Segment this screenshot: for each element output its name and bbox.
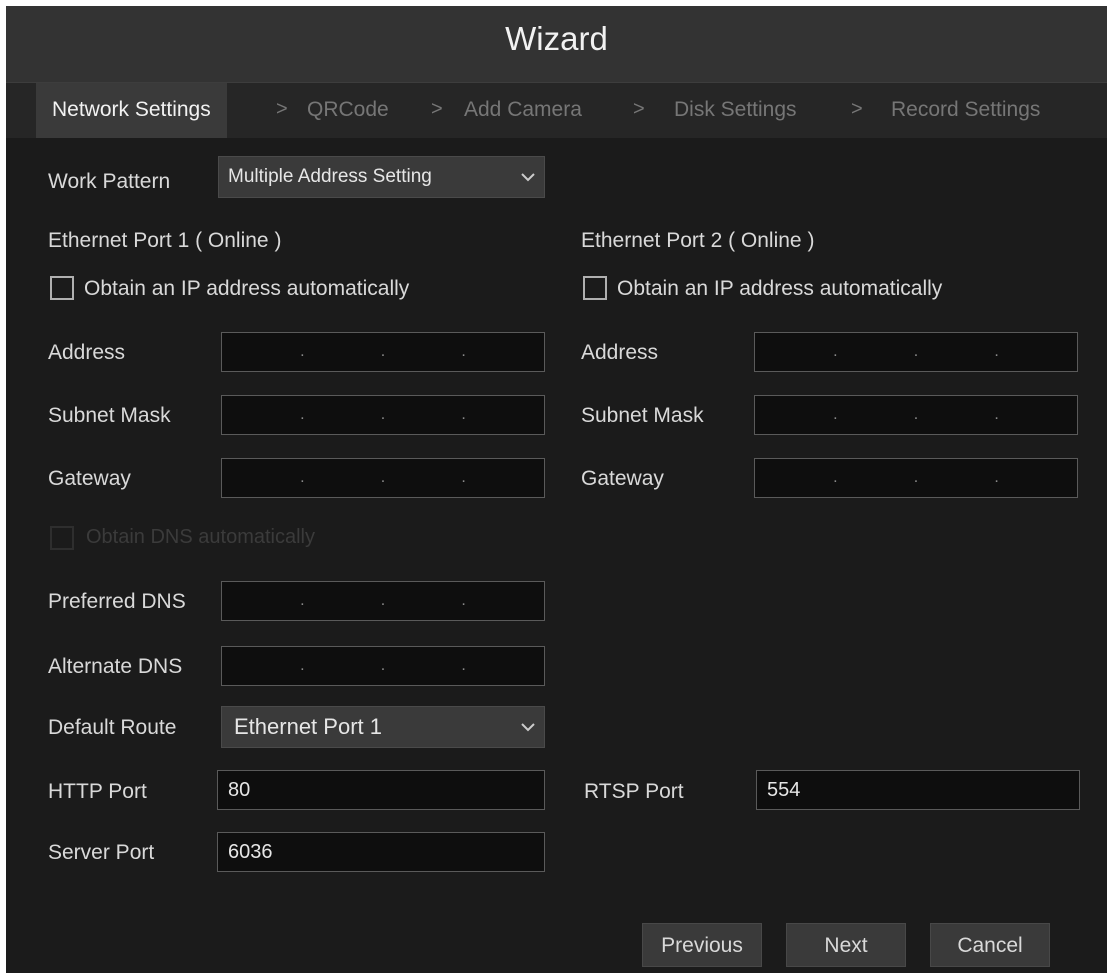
ip-separator: . bbox=[300, 469, 305, 486]
port1-address-field[interactable]: ... bbox=[221, 332, 545, 372]
ip-separator: . bbox=[300, 406, 305, 423]
ip-separator: . bbox=[833, 343, 838, 360]
preferred-dns-field[interactable]: ... bbox=[221, 581, 545, 621]
ip-separator: . bbox=[461, 657, 466, 674]
work-pattern-label: Work Pattern bbox=[48, 170, 171, 193]
alternate-dns-field[interactable]: ... bbox=[221, 646, 545, 686]
dns-obtain-auto-label: Obtain DNS automatically bbox=[86, 526, 315, 548]
http-port-label: HTTP Port bbox=[48, 780, 147, 803]
port2-address-label: Address bbox=[581, 341, 659, 364]
work-pattern-value: Multiple Address Setting bbox=[228, 166, 432, 187]
default-route-label: Default Route bbox=[48, 716, 177, 739]
previous-button[interactable]: Previous bbox=[642, 923, 762, 967]
alternate-dns-label: Alternate DNS bbox=[48, 655, 183, 678]
step-qrcode[interactable]: QRCode bbox=[307, 83, 389, 138]
ip-separator: . bbox=[461, 406, 466, 423]
rtsp-port-label: RTSP Port bbox=[584, 780, 684, 803]
wizard-window: Wizard Network Settings > QRCode > Add C… bbox=[6, 6, 1107, 973]
ip-separator: . bbox=[913, 343, 919, 360]
title-bar: Wizard bbox=[6, 6, 1107, 83]
port1-subnet-label: Subnet Mask bbox=[48, 404, 171, 427]
ip-separator: . bbox=[380, 592, 386, 609]
step-separator: > bbox=[431, 98, 443, 120]
port1-obtain-auto-label: Obtain an IP address automatically bbox=[84, 277, 410, 300]
port2-title: Ethernet Port 2 ( Online ) bbox=[581, 229, 815, 252]
work-pattern-select[interactable]: Multiple Address Setting bbox=[218, 156, 545, 198]
ip-separator: . bbox=[913, 406, 919, 423]
ip-separator: . bbox=[994, 343, 999, 360]
ip-separator: . bbox=[380, 406, 386, 423]
step-add-camera[interactable]: Add Camera bbox=[464, 83, 582, 138]
cancel-button[interactable]: Cancel bbox=[930, 923, 1050, 967]
port2-gateway-label: Gateway bbox=[581, 467, 664, 490]
default-route-value: Ethernet Port 1 bbox=[234, 714, 382, 739]
port2-subnet-label: Subnet Mask bbox=[581, 404, 704, 427]
ip-separator: . bbox=[833, 469, 838, 486]
server-port-label: Server Port bbox=[48, 841, 155, 864]
preferred-dns-label: Preferred DNS bbox=[48, 590, 186, 613]
port1-gateway-field[interactable]: ... bbox=[221, 458, 545, 498]
ip-separator: . bbox=[833, 406, 838, 423]
ip-separator: . bbox=[913, 469, 919, 486]
port1-title: Ethernet Port 1 ( Online ) bbox=[48, 229, 282, 252]
port2-subnet-field[interactable]: ... bbox=[754, 395, 1078, 435]
ip-separator: . bbox=[300, 343, 305, 360]
dns-obtain-auto-checkbox[interactable] bbox=[50, 526, 74, 550]
chevron-down-icon bbox=[521, 707, 535, 747]
ip-separator: . bbox=[380, 469, 386, 486]
ip-separator: . bbox=[380, 343, 386, 360]
server-port-value: 6036 bbox=[228, 840, 273, 863]
wizard-steps: Network Settings > QRCode > Add Camera >… bbox=[6, 83, 1107, 138]
http-port-value: 80 bbox=[228, 778, 251, 801]
ip-separator: . bbox=[994, 469, 999, 486]
port1-obtain-auto-checkbox[interactable] bbox=[50, 276, 74, 300]
ip-separator: . bbox=[994, 406, 999, 423]
port2-gateway-field[interactable]: ... bbox=[754, 458, 1078, 498]
step-separator: > bbox=[633, 98, 645, 120]
default-route-select[interactable]: Ethernet Port 1 bbox=[221, 706, 545, 748]
step-record-settings[interactable]: Record Settings bbox=[891, 83, 1040, 138]
step-separator: > bbox=[851, 98, 863, 120]
port2-obtain-auto-checkbox[interactable] bbox=[583, 276, 607, 300]
step-separator: > bbox=[276, 98, 288, 120]
rtsp-port-value: 554 bbox=[767, 778, 801, 801]
ip-separator: . bbox=[461, 592, 466, 609]
rtsp-port-field[interactable]: 554 bbox=[756, 770, 1080, 810]
ip-separator: . bbox=[380, 657, 386, 674]
step-disk-settings[interactable]: Disk Settings bbox=[674, 83, 797, 138]
ip-separator: . bbox=[300, 592, 305, 609]
port2-address-field[interactable]: ... bbox=[754, 332, 1078, 372]
ip-separator: . bbox=[461, 343, 466, 360]
port2-obtain-auto-label: Obtain an IP address automatically bbox=[617, 277, 943, 300]
window-title: Wizard bbox=[505, 20, 608, 57]
port1-gateway-label: Gateway bbox=[48, 467, 131, 490]
port1-address-label: Address bbox=[48, 341, 126, 364]
port1-subnet-field[interactable]: ... bbox=[221, 395, 545, 435]
chevron-down-icon bbox=[521, 157, 535, 197]
ip-separator: . bbox=[300, 657, 305, 674]
http-port-field[interactable]: 80 bbox=[217, 770, 545, 810]
next-button[interactable]: Next bbox=[786, 923, 906, 967]
server-port-field[interactable]: 6036 bbox=[217, 832, 545, 872]
step-network-settings[interactable]: Network Settings bbox=[36, 83, 227, 138]
ip-separator: . bbox=[461, 469, 466, 486]
